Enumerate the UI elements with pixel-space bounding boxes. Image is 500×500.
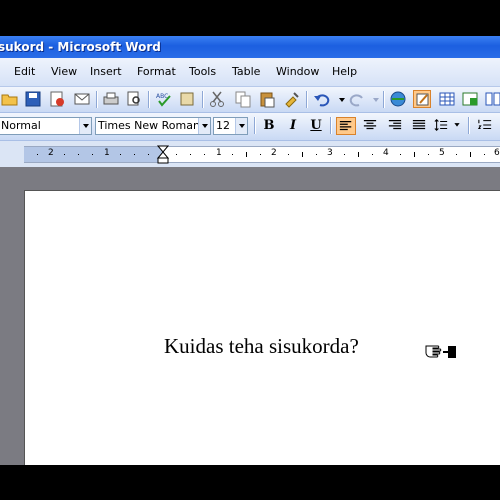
spelling-icon[interactable]: ABC: [155, 90, 173, 108]
chevron-down-icon[interactable]: [198, 118, 210, 134]
title-bar: sukord - Microsoft Word: [0, 36, 500, 58]
line-spacing-icon: [434, 119, 448, 131]
permission-icon[interactable]: [48, 90, 66, 108]
align-right-icon: [388, 120, 402, 130]
ruler-number: 1: [104, 148, 110, 158]
indent-marker-icon[interactable]: [157, 145, 169, 165]
align-left-icon: [339, 121, 352, 131]
ruler-number: 1: [216, 148, 222, 158]
redo-dropdown-icon[interactable]: [367, 90, 379, 108]
style-combo[interactable]: Normal: [0, 117, 92, 135]
menu-help[interactable]: Help: [332, 65, 357, 78]
menu-bar: Edit View Insert Format Tools Table Wind…: [0, 58, 500, 87]
columns-icon[interactable]: [484, 90, 500, 108]
format-painter-icon[interactable]: [283, 90, 301, 108]
justify-icon: [412, 120, 426, 130]
underline-button[interactable]: U: [306, 117, 326, 135]
font-value: Times New Roman: [98, 119, 200, 132]
document-page[interactable]: [24, 190, 500, 466]
style-value: Normal: [1, 119, 41, 132]
open-folder-icon[interactable]: [1, 90, 19, 108]
align-right-button[interactable]: [385, 117, 405, 135]
pointing-hand-cursor-icon: [425, 345, 456, 358]
numbered-list-icon: [477, 119, 492, 130]
paste-icon[interactable]: [258, 90, 276, 108]
bold-button[interactable]: B: [259, 117, 279, 135]
document-text[interactable]: Kuidas teha sisukorda?: [164, 334, 359, 359]
align-left-button[interactable]: [336, 117, 356, 135]
formatting-toolbar: Normal Times New Roman 12 B I U: [0, 113, 500, 141]
chevron-down-icon[interactable]: [235, 118, 247, 134]
print-icon[interactable]: [102, 90, 120, 108]
ruler-number: 2: [48, 148, 54, 158]
ruler-number: 6: [494, 148, 500, 158]
email-icon[interactable]: [73, 90, 91, 108]
align-center-icon: [363, 120, 377, 130]
justify-button[interactable]: [409, 117, 429, 135]
align-center-button[interactable]: [360, 117, 380, 135]
menu-edit[interactable]: Edit: [14, 65, 35, 78]
line-spacing-button[interactable]: [433, 117, 449, 135]
research-icon[interactable]: [178, 90, 196, 108]
window-title: sukord - Microsoft Word: [0, 40, 161, 54]
line-spacing-dropdown[interactable]: [452, 117, 462, 135]
ruler-number: 3: [327, 148, 333, 158]
undo-icon[interactable]: [313, 90, 331, 108]
menu-insert[interactable]: Insert: [90, 65, 122, 78]
menu-table[interactable]: Table: [232, 65, 260, 78]
insert-table-icon[interactable]: [438, 90, 456, 108]
cut-icon[interactable]: [208, 90, 226, 108]
save-icon[interactable]: [24, 90, 42, 108]
numbering-button[interactable]: [475, 117, 495, 135]
copy-icon[interactable]: [234, 90, 252, 108]
horizontal-ruler[interactable]: 2 1 1 2 3 4 5 6: [24, 145, 500, 165]
undo-dropdown-icon[interactable]: [333, 90, 345, 108]
chevron-down-icon: [454, 123, 460, 127]
standard-toolbar: ABC: [0, 87, 500, 113]
italic-button[interactable]: I: [283, 117, 303, 135]
font-combo[interactable]: Times New Roman: [95, 117, 211, 135]
print-preview-icon[interactable]: [125, 90, 143, 108]
font-size-combo[interactable]: 12: [213, 117, 248, 135]
redo-icon[interactable]: [348, 90, 366, 108]
ruler-number: 2: [271, 148, 277, 158]
tables-borders-icon[interactable]: [413, 90, 431, 108]
ruler-number: 4: [383, 148, 389, 158]
menu-tools[interactable]: Tools: [189, 65, 216, 78]
menu-window[interactable]: Window: [276, 65, 319, 78]
chevron-down-icon[interactable]: [79, 118, 91, 134]
hyperlink-icon[interactable]: [389, 90, 407, 108]
insert-excel-icon[interactable]: [461, 90, 479, 108]
video-letterbox-bottom: [0, 465, 500, 500]
video-letterbox-top: [0, 0, 500, 36]
menu-view[interactable]: View: [51, 65, 77, 78]
menu-format[interactable]: Format: [137, 65, 176, 78]
ruler-number: 5: [439, 148, 445, 158]
font-size-value: 12: [216, 119, 230, 132]
